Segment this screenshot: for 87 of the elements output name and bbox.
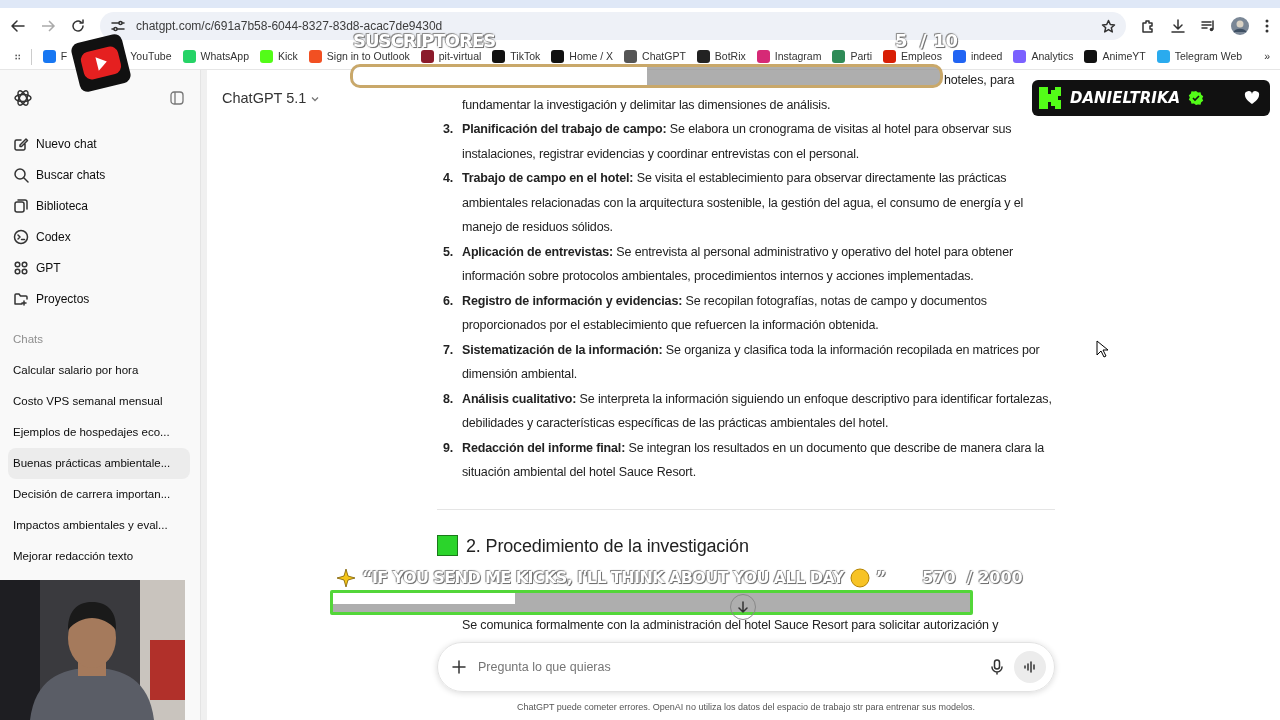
scrollbar[interactable]	[200, 70, 207, 720]
disclaimer-text: ChatGPT puede cometer errores. OpenAI no utiliza los datos del espacio de trabajo str para entrenar sus modelos.	[516, 702, 976, 712]
list-item-text: Planificación del trabajo de campo: Se elabora un cronograma de visitas al hotel para observar sus instalaciones, registrar evidencias y coordinar entrevistas con el personal.	[462, 121, 1013, 163]
kick-logo	[1038, 86, 1062, 110]
url-text: chatgpt.com/c/691a7b58-6044-8327-83d8-acac7de9430d	[136, 18, 443, 33]
list-item-text: Análisis cualitativo: Se interpreta la información siguiendo un enfoque descriptivo para identificar fortalezas, debilidades y características específicas de las prácticas ambientales del hotel.	[462, 390, 1053, 432]
chat-history-item[interactable]: Costo VPS semanal mensual	[8, 386, 190, 417]
folder-plus-icon	[13, 290, 29, 307]
arrow-down-icon	[737, 601, 749, 613]
chat-history-item[interactable]: Ejemplos de hospedajes eco...	[8, 417, 190, 448]
bookmark-link[interactable]: TikTok	[492, 48, 541, 65]
sidebar-toggle-icon[interactable]	[169, 90, 185, 106]
menu-icon[interactable]	[1264, 18, 1270, 34]
quote-mark: ”	[875, 567, 887, 589]
list-number: 9.	[442, 439, 455, 457]
bookmark-link[interactable]: Kick	[260, 48, 298, 65]
message-input[interactable]: Pregunta lo que quieras	[476, 656, 980, 678]
reload-icon[interactable]	[70, 18, 86, 34]
logo-icon[interactable]	[13, 88, 33, 108]
streamer-name: DANIELTRIKA	[1070, 87, 1181, 109]
sidebar-item[interactable]: Codex	[8, 221, 190, 252]
chat-history-item[interactable]: Impactos ambientales y eval...	[8, 510, 190, 541]
bookmark-link[interactable]: YouTube	[130, 48, 172, 65]
chat-history-item[interactable]: Mejorar redacción texto	[8, 541, 190, 572]
bookmark-link[interactable]: Telegram Web	[1156, 48, 1243, 65]
more-bookmarks-button[interactable]: »	[1264, 48, 1270, 65]
bookmark-link[interactable]: Parti	[832, 48, 873, 65]
chat-history-item[interactable]: Decisión de carrera importan...	[8, 479, 190, 510]
section-heading: 2. Procedimiento de la investigación	[466, 534, 749, 558]
list-item-text: Sistematización de la información: Se organiza y clasifica toda la información recopilada en matrices por dimensión ambiental.	[462, 341, 1041, 383]
sidebar-item[interactable]: Biblioteca	[8, 190, 190, 221]
list-number: 7.	[442, 341, 455, 359]
bookmark-link[interactable]: pit-virtual	[420, 48, 482, 65]
list-number: 4.	[442, 170, 455, 187]
sidebar-item[interactable]: Nuevo chat	[8, 128, 190, 159]
back-icon[interactable]	[10, 18, 26, 34]
list-item-text: Trabajo de campo en el hotel: Se visita el establecimiento para observar directamente las prácticas ambientales relacionadas con la arquitectura sostenible, la gestión del agua, el consumo de energía y el manejo de residuos sólidos.	[462, 170, 1025, 236]
download-icon[interactable]	[1170, 18, 1186, 34]
paragraph: Se comunica formalmente con la administración del hotel Sauce Resort para solicitar autorización y	[462, 617, 999, 632]
plus-icon[interactable]	[452, 660, 466, 674]
model-selector[interactable]: ChatGPT 5.1	[222, 88, 321, 110]
list-item-text: Registro de información y evidencias: Se recopilan fotografías, notas de campo y documentos proporcionados por el establecimiento que refuercen la información obtenida.	[462, 292, 988, 334]
edit-icon	[13, 135, 29, 152]
bookmark-link[interactable]: ChatGPT	[624, 48, 686, 65]
bookmark-link[interactable]: Sign in to Outlook	[308, 48, 410, 65]
waveform-icon	[1023, 661, 1037, 673]
search-icon	[13, 166, 29, 183]
bookmark-link[interactable]: WhatsApp	[182, 48, 249, 65]
heart-icon	[1244, 91, 1260, 105]
emoji-icon	[849, 568, 870, 588]
sidebar-item[interactable]: Buscar chats	[8, 159, 190, 190]
profile-avatar-icon[interactable]	[1230, 16, 1250, 36]
terminal-icon	[13, 228, 29, 245]
list-item-text: Aplicación de entrevistas: Se entrevista al personal administrativo y operativo del hotel para obtener información sobre protocolos ambientales, procedimientos internos y acciones implementadas.	[462, 243, 1014, 285]
grid-icon	[13, 259, 29, 276]
bookmark-link[interactable]: AnimeYT	[1084, 48, 1146, 65]
extensions-icon[interactable]	[1140, 18, 1156, 34]
sparkle-icon	[336, 568, 356, 588]
list-number: 3.	[442, 121, 455, 138]
list-item-text: Redacción del informe final: Se integran los resultados en un documento que describe de manera clara la situación ambiental del hotel Sauce Resort.	[462, 439, 1046, 481]
square-icon	[437, 535, 458, 556]
paragraph-line: fundamentar la investigación y delimitar las dimensiones de análisis.	[462, 96, 831, 114]
sidebar-item[interactable]: Proyectos	[8, 283, 190, 314]
goal-count: 570 / 2000	[922, 567, 1023, 589]
section-label: Chats	[12, 331, 45, 347]
mouse-cursor-icon	[1096, 340, 1108, 358]
media-control-icon[interactable]	[1200, 18, 1216, 34]
chat-history-item[interactable]: Buenas prácticas ambientale...	[8, 448, 190, 479]
sidebar-item[interactable]: GPT	[8, 252, 190, 283]
bookmark-link[interactable]: Home / X	[551, 48, 614, 65]
chat-history-item[interactable]: Calcular salario por hora	[8, 355, 190, 386]
paragraph-line: hoteles, para	[944, 72, 1015, 89]
list-number: 6.	[442, 292, 455, 310]
verified-icon	[1188, 90, 1205, 106]
stacked-images-icon	[13, 197, 29, 214]
site-settings-icon[interactable]	[110, 19, 126, 33]
bookmark-link[interactable]: BotRix	[696, 48, 746, 65]
list-number: 8.	[442, 390, 455, 408]
microphone-icon[interactable]	[990, 659, 1004, 675]
bookmark-link[interactable]: Instagram	[756, 48, 822, 65]
voice-mode-button[interactable]	[1014, 651, 1046, 683]
list-number: 5.	[442, 243, 455, 261]
goal-message: “IF YOU SEND ME KICKS, I'LL THINK ABOUT YOU ALL DAY	[362, 567, 844, 589]
bookmark-link[interactable]: Analytics	[1013, 48, 1074, 65]
bookmark-link[interactable]: F	[42, 48, 68, 65]
message-composer[interactable]: Pregunta lo que quieras	[437, 642, 1055, 692]
star-icon[interactable]	[1101, 18, 1116, 34]
